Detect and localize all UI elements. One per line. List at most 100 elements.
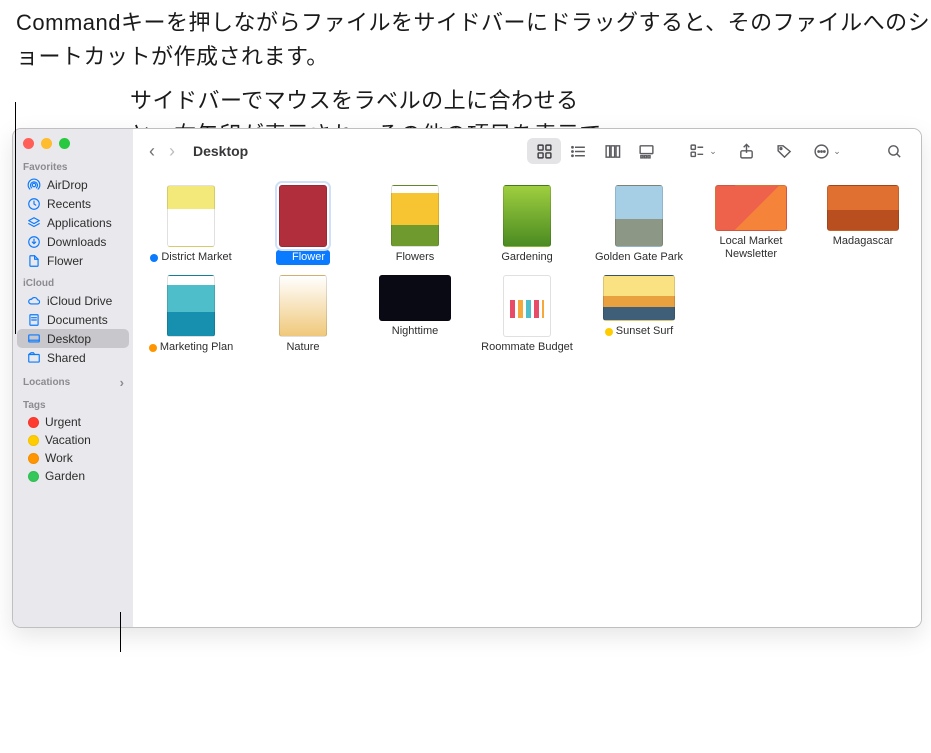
minimize-window-button[interactable] (41, 138, 52, 149)
file-icon (26, 253, 41, 268)
file-name: Gardening (501, 251, 552, 264)
sidebar-section-locations[interactable]: Locations › (13, 367, 133, 392)
desktop-icon (26, 331, 41, 346)
sidebar-item-desktop[interactable]: Desktop (17, 329, 129, 348)
sidebar-item-label: AirDrop (47, 178, 88, 192)
file-thumbnail (167, 275, 215, 337)
finder-window: Favorites AirDrop Recents Applications Down… (12, 128, 922, 628)
sidebar-section-favorites: Favorites (13, 154, 133, 175)
tag-color-icon (28, 453, 39, 464)
file-thumbnail (503, 185, 551, 247)
close-window-button[interactable] (23, 138, 34, 149)
file-name: Flowers (396, 251, 435, 264)
file-item[interactable]: Marketing Plan (139, 275, 243, 355)
file-label: District Market (145, 250, 236, 265)
tag-color-icon (28, 471, 39, 482)
file-label: Flower (276, 250, 330, 265)
sidebar-item-label: Shared (47, 351, 86, 365)
sidebar-section-tags: Tags (13, 392, 133, 413)
sidebar: Favorites AirDrop Recents Applications Down… (13, 129, 133, 627)
file-item[interactable]: Local Market Newsletter (699, 185, 803, 265)
more-actions-button[interactable]: ⌄ (805, 138, 849, 164)
sidebar-item-applications[interactable]: Applications (17, 213, 129, 232)
file-tag-icon (149, 344, 157, 352)
sidebar-item-label: Garden (45, 469, 85, 483)
favorites-label: Favorites (23, 162, 67, 173)
sidebar-item-vacation[interactable]: Vacation (17, 431, 129, 449)
file-area[interactable]: District Market Flower Flowers Gardening Gol… (133, 173, 921, 627)
file-item[interactable]: Sunset Surf (587, 275, 691, 355)
sidebar-item-label: Vacation (45, 433, 91, 447)
nav-buttons: ‹ › (143, 141, 181, 162)
file-name: Golden Gate Park (595, 251, 683, 264)
sidebar-item-airdrop[interactable]: AirDrop (17, 175, 129, 194)
sidebar-item-shared[interactable]: Shared (17, 348, 129, 367)
file-name: Local Market Newsletter (704, 235, 798, 261)
download-icon (26, 234, 41, 249)
file-thumbnail (379, 275, 451, 321)
file-tag-icon (281, 254, 289, 262)
file-item[interactable]: Gardening (475, 185, 579, 265)
tags-button[interactable] (767, 138, 801, 164)
file-name: Madagascar (833, 235, 894, 248)
back-button[interactable]: ‹ (149, 141, 155, 162)
zoom-window-button[interactable] (59, 138, 70, 149)
forward-button[interactable]: › (169, 141, 175, 162)
file-item[interactable]: Roommate Budget (475, 275, 579, 355)
file-item[interactable]: District Market (139, 185, 243, 265)
file-name: Sunset Surf (616, 325, 673, 338)
view-mode-group (527, 138, 663, 164)
sidebar-item-label: Flower (47, 254, 83, 268)
sidebar-item-urgent[interactable]: Urgent (17, 413, 129, 431)
file-thumbnail (279, 275, 327, 337)
sidebar-item-label: Applications (47, 216, 112, 230)
file-name: Marketing Plan (160, 341, 233, 354)
chevron-down-icon: ⌄ (833, 146, 841, 157)
file-name: Nature (286, 341, 319, 354)
file-thumbnail (279, 185, 327, 247)
airdrop-icon (26, 177, 41, 192)
sidebar-item-recents[interactable]: Recents (17, 194, 129, 213)
sidebar-item-flower[interactable]: Flower (17, 251, 129, 270)
sidebar-item-label: Desktop (47, 332, 91, 346)
file-thumbnail (167, 185, 215, 247)
chevron-down-icon: ⌄ (709, 146, 717, 157)
file-name: Flower (292, 251, 325, 264)
clock-icon (26, 196, 41, 211)
file-thumbnail (391, 185, 439, 247)
sidebar-item-garden[interactable]: Garden (17, 467, 129, 485)
share-button[interactable] (729, 138, 763, 164)
file-thumbnail (827, 185, 899, 231)
group-by-button[interactable]: ⌄ (681, 138, 725, 164)
file-item[interactable]: Nature (251, 275, 355, 355)
tag-color-icon (28, 435, 39, 446)
sidebar-item-documents[interactable]: Documents (17, 310, 129, 329)
cloud-icon (26, 293, 41, 308)
tags-label: Tags (23, 400, 46, 411)
file-name: District Market (161, 251, 231, 264)
file-item[interactable]: Madagascar (811, 185, 915, 265)
gallery-view-button[interactable] (629, 138, 663, 164)
file-grid: District Market Flower Flowers Gardening Gol… (139, 185, 915, 355)
file-item[interactable]: Flower (251, 185, 355, 265)
file-name: Nighttime (392, 325, 438, 338)
file-item[interactable]: Nighttime (363, 275, 467, 355)
file-tag-icon (150, 254, 158, 262)
file-item[interactable]: Golden Gate Park (587, 185, 691, 265)
sidebar-section-icloud: iCloud (13, 270, 133, 291)
file-label: Sunset Surf (600, 324, 678, 339)
sidebar-item-label: Downloads (47, 235, 106, 249)
sidebar-item-work[interactable]: Work (17, 449, 129, 467)
file-label: Marketing Plan (144, 340, 238, 355)
file-label: Roommate Budget (476, 340, 578, 355)
sidebar-item-downloads[interactable]: Downloads (17, 232, 129, 251)
column-view-button[interactable] (595, 138, 629, 164)
icon-view-button[interactable] (527, 138, 561, 164)
file-item[interactable]: Flowers (363, 185, 467, 265)
list-view-button[interactable] (561, 138, 595, 164)
search-button[interactable] (877, 138, 911, 164)
doc-icon (26, 312, 41, 327)
shared-icon (26, 350, 41, 365)
window-controls (13, 129, 133, 154)
sidebar-item-icloud-drive[interactable]: iCloud Drive (17, 291, 129, 310)
